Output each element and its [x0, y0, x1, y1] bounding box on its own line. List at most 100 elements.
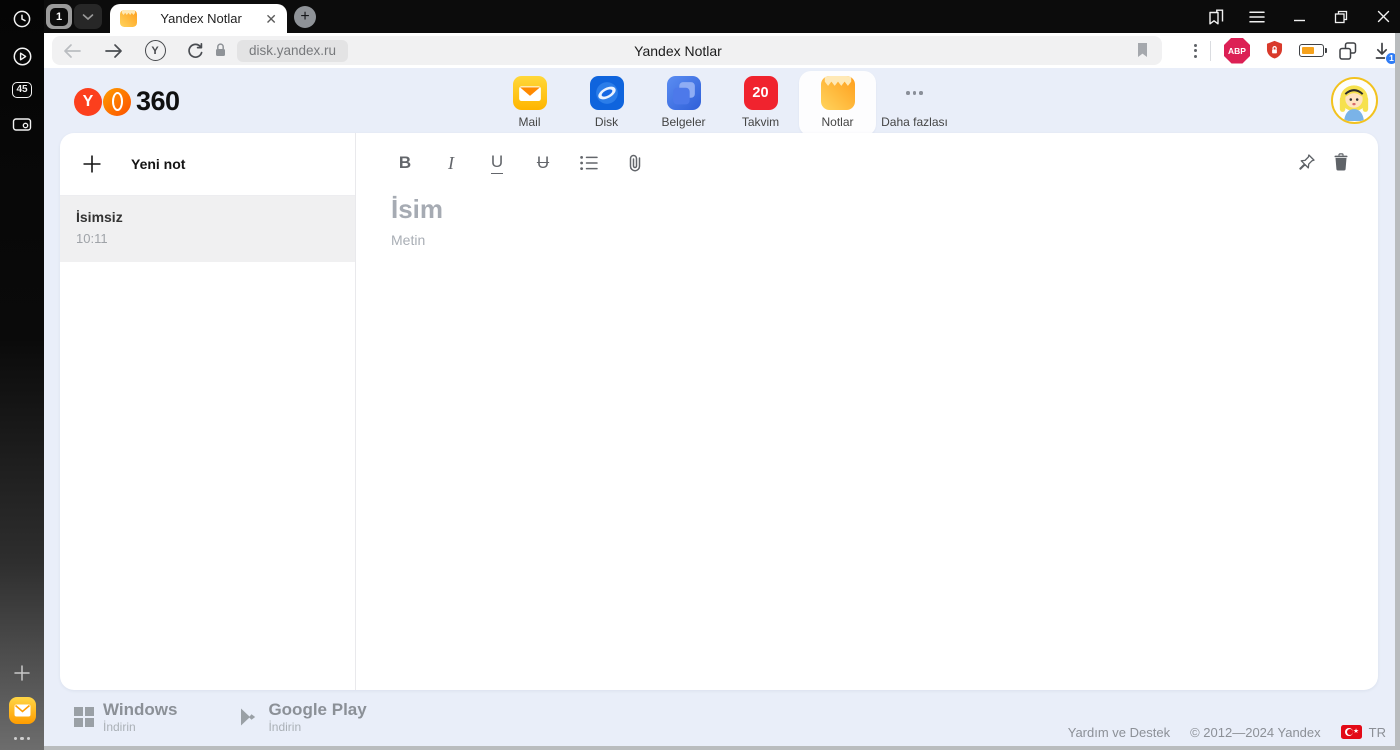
- store-name: Windows: [103, 699, 178, 719]
- strikethrough-glyph: U: [536, 153, 550, 172]
- google-play-icon: [237, 706, 259, 728]
- calendar-app-icon: 20: [743, 76, 778, 110]
- services-nav: Mail Disk Belgeler 20 Takvim Notlar Daha…: [491, 71, 953, 136]
- forward-button[interactable]: [102, 36, 126, 65]
- help-support-link[interactable]: Yardım ve Destek: [1068, 725, 1170, 740]
- windows-download-link[interactable]: Windows İndirin: [74, 699, 178, 734]
- service-notlar[interactable]: Notlar: [799, 71, 876, 136]
- omnibox-page-title: Yandex Notlar: [634, 42, 722, 59]
- toolbar-divider: [1210, 40, 1211, 61]
- service-disk[interactable]: Disk: [568, 71, 645, 136]
- more-services-icon: [898, 76, 932, 110]
- bold-button[interactable]: B: [391, 149, 419, 177]
- locale-switcher[interactable]: ★ TR: [1340, 724, 1386, 740]
- bullet-list-button[interactable]: [575, 149, 603, 177]
- attach-file-button[interactable]: [621, 149, 649, 177]
- history-icon[interactable]: [11, 8, 33, 30]
- service-label: Belgeler: [661, 115, 706, 129]
- plus-icon: [82, 154, 102, 174]
- minimize-button[interactable]: [1290, 8, 1308, 26]
- service-takvim[interactable]: 20 Takvim: [722, 71, 799, 136]
- downloads-icon[interactable]: 1: [1372, 41, 1398, 65]
- video-play-icon[interactable]: [11, 45, 33, 67]
- new-tab-button[interactable]: +: [294, 6, 316, 28]
- italic-button[interactable]: I: [437, 149, 465, 177]
- turkey-flag-icon: ★: [1340, 725, 1362, 739]
- windows-icon: [74, 707, 94, 727]
- new-note-button[interactable]: Yeni not: [60, 133, 355, 196]
- address-bar-row: Y disk.yandex.ru Yandex Notlar ABP 1: [44, 33, 1400, 68]
- active-tab[interactable]: Yandex Notlar ✕: [110, 4, 287, 33]
- store-action: İndirin: [103, 719, 136, 734]
- yandex360-logo[interactable]: Y 360: [74, 86, 180, 117]
- underline-button[interactable]: U: [483, 149, 511, 177]
- service-mail[interactable]: Mail: [491, 71, 568, 136]
- strikethrough-button[interactable]: U: [529, 149, 557, 177]
- note-body-placeholder[interactable]: Metin: [391, 232, 1378, 248]
- service-label: Mail: [518, 115, 541, 129]
- yandex-y-glyph: Y: [144, 40, 166, 61]
- note-title-placeholder[interactable]: İsim: [391, 194, 1378, 225]
- new-note-label: Yeni not: [131, 156, 186, 172]
- bookmark-flag-icon[interactable]: [1135, 41, 1150, 59]
- service-belgeler[interactable]: Belgeler: [645, 71, 722, 136]
- pin-note-icon[interactable]: [1295, 151, 1317, 173]
- page-actions-menu-icon[interactable]: [1194, 43, 1197, 58]
- locale-code: TR: [1368, 724, 1386, 740]
- service-label: Takvim: [741, 115, 780, 129]
- tab-title: Yandex Notlar: [160, 11, 242, 26]
- store-name: Google Play: [268, 699, 367, 719]
- avatar[interactable]: [1331, 77, 1378, 124]
- store-action: İndirin: [268, 719, 302, 734]
- logo-360-text: 360: [136, 86, 180, 116]
- documents-app-icon: [666, 76, 701, 110]
- browser-menu-icon[interactable]: [1248, 8, 1266, 26]
- omnibox[interactable]: Y disk.yandex.ru Yandex Notlar: [52, 36, 1162, 65]
- notes-app-icon: [820, 76, 855, 110]
- page-content: Y 360 Mail Disk Belgeler 20 Takvim Notla…: [44, 68, 1400, 750]
- underline-glyph: U: [490, 152, 504, 174]
- yandex-services-button[interactable]: Y: [143, 36, 167, 65]
- tab-count-badge[interactable]: 45: [12, 82, 32, 98]
- adblock-extension-icon[interactable]: ABP: [1224, 37, 1250, 64]
- restore-button[interactable]: [1332, 8, 1350, 26]
- site-security-lock-icon[interactable]: [212, 41, 229, 59]
- more-options-icon[interactable]: [13, 736, 31, 740]
- note-list-item[interactable]: İsimsiz 10:11: [60, 196, 355, 262]
- browser-side-rail: 45: [0, 0, 44, 750]
- tab-list-chevron-icon[interactable]: [74, 4, 102, 29]
- copyright-text: © 2012—2024 Yandex: [1190, 724, 1321, 740]
- notes-favicon: [120, 10, 137, 27]
- service-more[interactable]: Daha fazlası: [876, 71, 953, 136]
- note-editor[interactable]: B I U U İsim Metin: [356, 133, 1378, 690]
- close-button[interactable]: [1374, 8, 1392, 26]
- yandex-logo-circle: Y: [74, 87, 102, 116]
- back-button[interactable]: [60, 36, 84, 65]
- service-label: Notlar: [821, 115, 854, 129]
- reload-button[interactable]: [183, 36, 207, 65]
- yandex360-o-icon: [103, 87, 131, 116]
- note-actions: [1295, 151, 1352, 173]
- protect-shield-icon[interactable]: [1263, 39, 1286, 62]
- mail-app-icon: [512, 76, 547, 110]
- note-item-time: 10:11: [76, 231, 108, 246]
- yandex360-header: Y 360 Mail Disk Belgeler 20 Takvim Notla…: [44, 68, 1400, 136]
- tab-counter[interactable]: 1: [46, 4, 102, 29]
- bookmarks-panel-icon[interactable]: [1206, 8, 1224, 26]
- yandex-mail-rail-icon[interactable]: [8, 696, 36, 724]
- disk-app-icon: [589, 76, 624, 110]
- google-play-download-link[interactable]: Google Play İndirin: [237, 699, 367, 734]
- window-edge-bottom: [44, 746, 1400, 750]
- browser-window: 45 1 Yandex Notlar ✕ + Y disk.yandex.ru …: [0, 0, 1400, 750]
- notes-list-panel: Yeni not İsimsiz 10:11: [60, 133, 356, 690]
- notes-card: Yeni not İsimsiz 10:11 B I U U İsim Meti…: [60, 133, 1378, 690]
- add-panel-icon[interactable]: [11, 662, 33, 684]
- battery-saver-icon[interactable]: [1299, 44, 1327, 57]
- screenshot-icon[interactable]: [11, 113, 33, 135]
- tab-strip: 1 Yandex Notlar ✕ +: [44, 0, 1400, 33]
- extensions-icon[interactable]: [1337, 40, 1359, 62]
- url-field[interactable]: disk.yandex.ru: [237, 39, 349, 62]
- tab-close-icon[interactable]: ✕: [265, 12, 277, 26]
- note-item-title: İsimsiz: [76, 209, 123, 225]
- delete-note-icon[interactable]: [1330, 151, 1352, 173]
